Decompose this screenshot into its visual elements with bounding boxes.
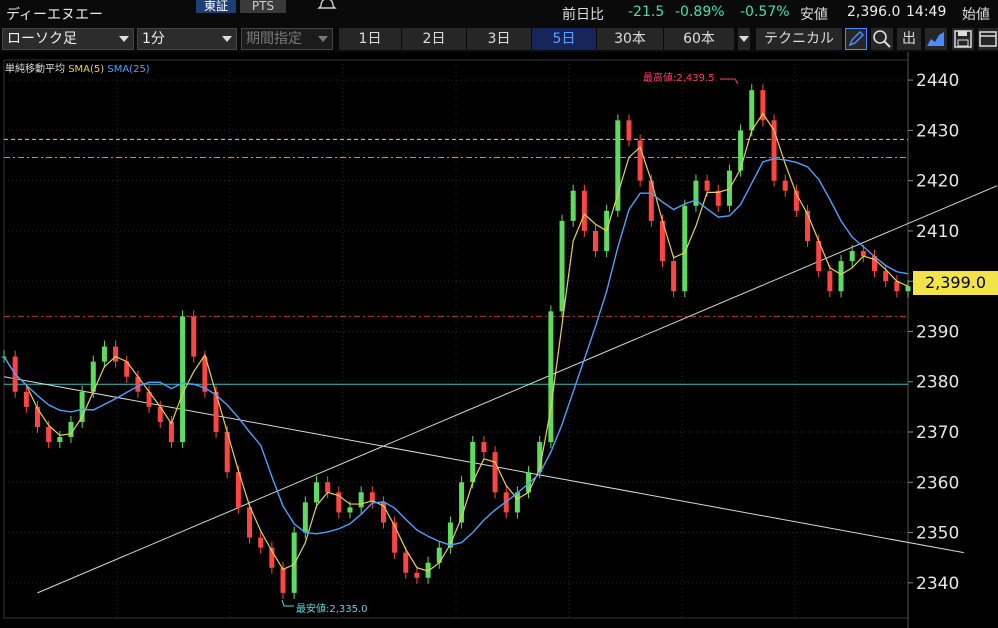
- candle-body: [57, 437, 63, 443]
- chevron-down-icon: [119, 36, 129, 42]
- y-tick-label: 2340: [916, 574, 959, 594]
- legend-title: 単純移動平均: [5, 64, 65, 75]
- chevron-down-icon: [222, 36, 232, 42]
- range-3d-button[interactable]: 3日: [467, 28, 531, 50]
- change-label: 前日比: [562, 7, 604, 23]
- candle-body: [34, 406, 40, 427]
- candle-body: [358, 492, 364, 508]
- candle-body: [827, 271, 833, 292]
- change-pct-secondary: -0.57%: [740, 4, 790, 20]
- candle-body: [414, 572, 420, 578]
- candle-body: [258, 537, 264, 548]
- range-60bars-button[interactable]: 60本: [664, 28, 734, 50]
- candle-body: [559, 220, 565, 312]
- pen-icon[interactable]: [845, 28, 867, 50]
- legend-sma5: SMA(5): [68, 64, 105, 75]
- chart-type-select[interactable]: ローソク足: [2, 28, 134, 50]
- candle-body: [749, 90, 755, 131]
- period-select[interactable]: 期間指定: [241, 28, 333, 50]
- candle-body: [113, 346, 119, 362]
- candle-body: [180, 316, 186, 443]
- candle-body: [581, 190, 587, 231]
- candle-body: [782, 180, 788, 191]
- candle-body: [46, 426, 52, 443]
- header-bar: ディーエヌエー 東証 PTS 前日比 -21.5 -0.89% -0.57% 安…: [0, 0, 998, 26]
- candle-body: [470, 442, 476, 483]
- change-value: -21.5: [628, 4, 665, 20]
- y-tick-label: 2380: [916, 373, 959, 393]
- range-30bars-button[interactable]: 30本: [597, 28, 663, 50]
- zoom-icon[interactable]: [871, 28, 893, 50]
- chart-legend: 単純移動平均 SMA(5) SMA(25): [5, 60, 150, 75]
- candle-body: [704, 180, 710, 191]
- open-label: 始値: [962, 7, 990, 23]
- y-tick-label: 2410: [916, 222, 959, 242]
- range-more-dropdown[interactable]: [738, 28, 750, 50]
- candle-body: [291, 532, 297, 593]
- period-value: 期間指定: [246, 31, 302, 47]
- candle-body: [101, 346, 107, 362]
- low-price-label: 最安値:2,335.0: [296, 602, 368, 615]
- bell-icon[interactable]: [314, 0, 340, 12]
- low-label: 安値: [800, 7, 828, 23]
- candle-body: [168, 421, 174, 443]
- candle-body: [191, 316, 197, 357]
- legend-sma25: SMA(25): [107, 64, 150, 75]
- candle-body: [492, 452, 498, 493]
- candle-body: [593, 230, 599, 252]
- save-icon[interactable]: [952, 28, 974, 50]
- low-value: 2,396.0: [847, 4, 901, 20]
- area-chart-icon[interactable]: [925, 28, 947, 50]
- chart-type-value: ローソク足: [7, 31, 77, 47]
- candle-body: [883, 271, 889, 282]
- y-tick-label: 2440: [916, 71, 959, 91]
- candle-body: [849, 251, 855, 262]
- candle-body: [280, 567, 286, 593]
- y-tick-label: 2390: [916, 322, 959, 342]
- candle-body: [894, 281, 900, 292]
- time: 14:49: [906, 4, 947, 20]
- window-icon[interactable]: [978, 28, 998, 50]
- y-tick-label: 2430: [916, 121, 959, 141]
- y-tick-label: 2350: [916, 524, 959, 544]
- y-tick-label: 2370: [916, 423, 959, 443]
- candle-body: [313, 482, 319, 503]
- change-pct: -0.89%: [675, 4, 725, 20]
- chevron-down-icon: [739, 36, 749, 42]
- candle-body: [23, 391, 29, 407]
- out-button[interactable]: 出: [897, 28, 921, 50]
- market-tab-pts[interactable]: PTS: [240, 0, 286, 13]
- candle-body: [671, 261, 677, 292]
- candle-body: [838, 261, 844, 292]
- candle-body: [325, 482, 331, 493]
- candle-body: [570, 190, 576, 221]
- last-price-tag: 2,399.0: [913, 271, 998, 295]
- market-tab-tse[interactable]: 東証: [196, 0, 236, 13]
- candle-body: [247, 507, 253, 538]
- candle-body: [481, 442, 487, 453]
- candle-body: [548, 311, 554, 443]
- candle-body: [347, 507, 353, 513]
- candle-body: [626, 120, 632, 141]
- candle-body: [302, 502, 308, 533]
- range-1d-button[interactable]: 1日: [339, 28, 401, 50]
- y-tick-label: 2420: [916, 172, 959, 192]
- technical-button[interactable]: テクニカル: [756, 28, 842, 50]
- candle-body: [860, 251, 866, 257]
- y-tick-label: 2360: [916, 473, 959, 493]
- candle-body: [615, 120, 621, 211]
- candle-body: [403, 552, 409, 573]
- high-price-label: 最高値:2,439.5: [643, 71, 715, 84]
- candle-body: [514, 492, 520, 513]
- interval-value: 1分: [142, 31, 165, 47]
- stock-title: ディーエヌエー: [6, 7, 104, 23]
- chevron-down-icon: [318, 36, 328, 42]
- candle-body: [905, 286, 911, 292]
- price-chart[interactable]: 2440243024202410240023902380237023602350…: [0, 52, 998, 628]
- range-2d-button[interactable]: 2日: [402, 28, 466, 50]
- interval-select[interactable]: 1分: [137, 28, 237, 50]
- range-5d-button[interactable]: 5日: [532, 28, 596, 50]
- chart-background: [0, 52, 998, 628]
- candle-body: [68, 421, 74, 438]
